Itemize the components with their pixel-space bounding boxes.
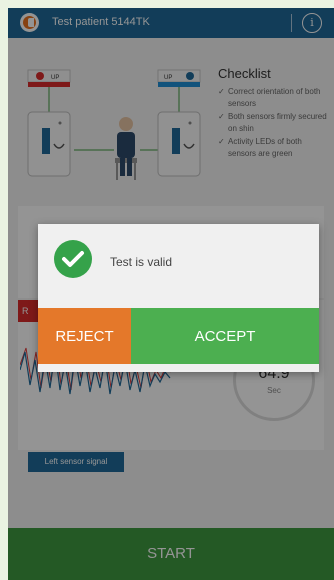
check-circle-icon <box>54 240 92 278</box>
dialog-message: Test is valid <box>110 255 173 269</box>
accept-button[interactable]: ACCEPT <box>131 308 319 364</box>
app-screen: Test patient 5144TK i UP UP Checklist ✓ … <box>8 8 334 580</box>
validation-dialog: Test is valid REJECT ACCEPT <box>38 224 319 372</box>
reject-button[interactable]: REJECT <box>38 308 131 364</box>
